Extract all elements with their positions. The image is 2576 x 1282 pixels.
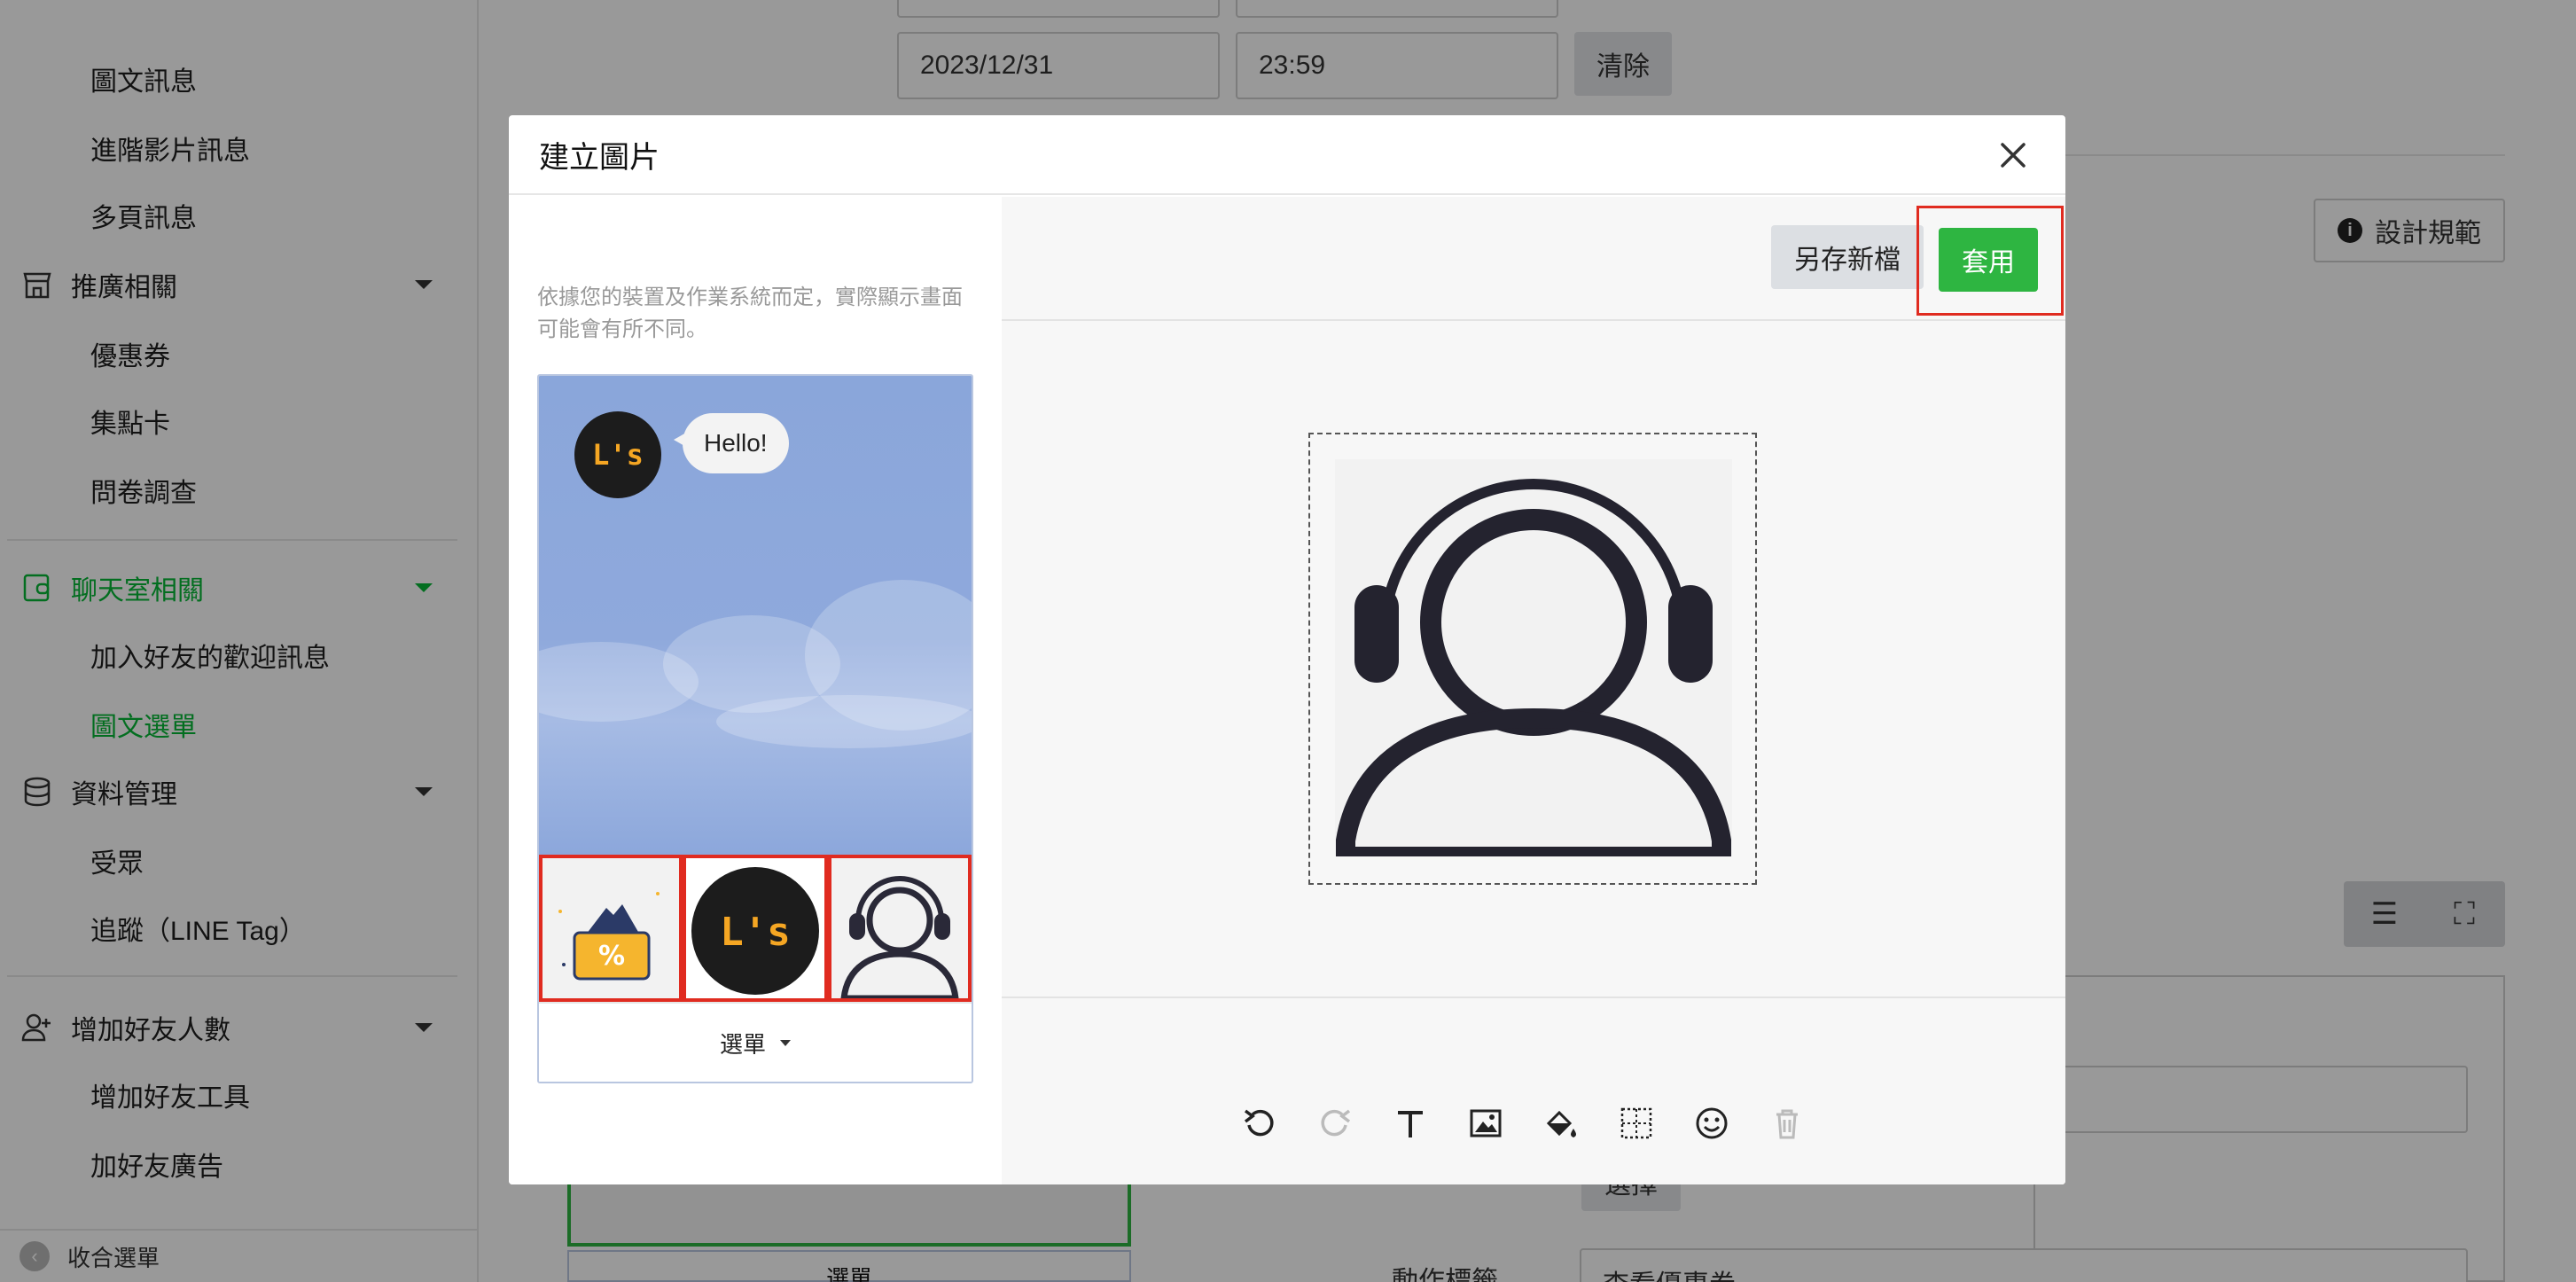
close-icon <box>2001 143 2026 168</box>
create-image-dialog: 建立圖片 依據您的裝置及作業系統而定，實際顯示畫面可能會有所不同。 L's He… <box>509 115 2065 1184</box>
save-as-new-button[interactable]: 另存新檔 <box>1771 225 1924 289</box>
text-icon <box>1397 1111 1423 1137</box>
menu-cell-coupon[interactable]: % <box>539 855 683 1002</box>
text-tool-button[interactable] <box>1372 1096 1448 1151</box>
emoji-tool-button[interactable] <box>1674 1096 1749 1151</box>
image-editor: 另存新檔 套用 <box>1002 197 2065 1184</box>
emoji-icon <box>1696 1107 1727 1139</box>
image-icon <box>1470 1109 1501 1137</box>
logo-avatar: L's <box>691 867 819 995</box>
dialog-title: 建立圖片 <box>539 140 660 175</box>
menu-cell-logo[interactable]: L's <box>683 855 828 1002</box>
coupon-icon: % <box>543 858 679 998</box>
fill-tool-button[interactable] <box>1523 1096 1598 1151</box>
cloud-decoration <box>716 695 972 748</box>
editor-canvas[interactable] <box>1002 323 2065 997</box>
preview-pane: 依據您的裝置及作業系統而定，實際顯示畫面可能會有所不同。 L's Hello! … <box>509 197 1002 1184</box>
redo-icon <box>1320 1109 1350 1137</box>
device-note: 依據您的裝置及作業系統而定，實際顯示畫面可能會有所不同。 <box>537 285 963 341</box>
menu-bar[interactable]: 選單 <box>539 1002 972 1082</box>
svg-text:L's: L's <box>720 910 790 955</box>
phone-preview: L's Hello! % L's 選單 <box>537 374 973 1083</box>
canvas-frame[interactable] <box>1308 433 1757 885</box>
editor-toolbar <box>1222 1096 1824 1151</box>
redo-button[interactable] <box>1297 1096 1372 1151</box>
fill-icon <box>1546 1110 1576 1137</box>
trash-icon <box>1776 1109 1798 1139</box>
image-tool-button[interactable] <box>1448 1096 1523 1151</box>
undo-icon <box>1244 1109 1274 1137</box>
svg-text:%: % <box>598 941 625 972</box>
caret-down-icon <box>780 1039 791 1046</box>
account-avatar: L's <box>574 411 661 498</box>
editor-action-bar: 另存新檔 套用 <box>1002 197 2065 321</box>
customer-support-icon <box>1336 479 1731 866</box>
grid-tool-button[interactable] <box>1598 1096 1674 1151</box>
undo-button[interactable] <box>1222 1096 1297 1151</box>
close-button[interactable] <box>1991 133 2035 177</box>
chat-bubble: Hello! <box>674 413 789 473</box>
grid-icon <box>1620 1107 1651 1139</box>
chat-background: L's Hello! <box>539 376 972 855</box>
apply-button[interactable]: 套用 <box>1939 228 2038 292</box>
apply-highlight: 套用 <box>1916 206 2064 316</box>
editor-toolbar-area <box>1002 997 2065 1184</box>
menu-bar-label: 選單 <box>719 1030 766 1058</box>
customer-support-icon <box>831 858 968 998</box>
menu-cell-support[interactable] <box>828 855 972 1002</box>
dialog-header: 建立圖片 <box>509 115 2065 195</box>
canvas-image[interactable] <box>1335 459 1732 866</box>
delete-button[interactable] <box>1749 1096 1824 1151</box>
